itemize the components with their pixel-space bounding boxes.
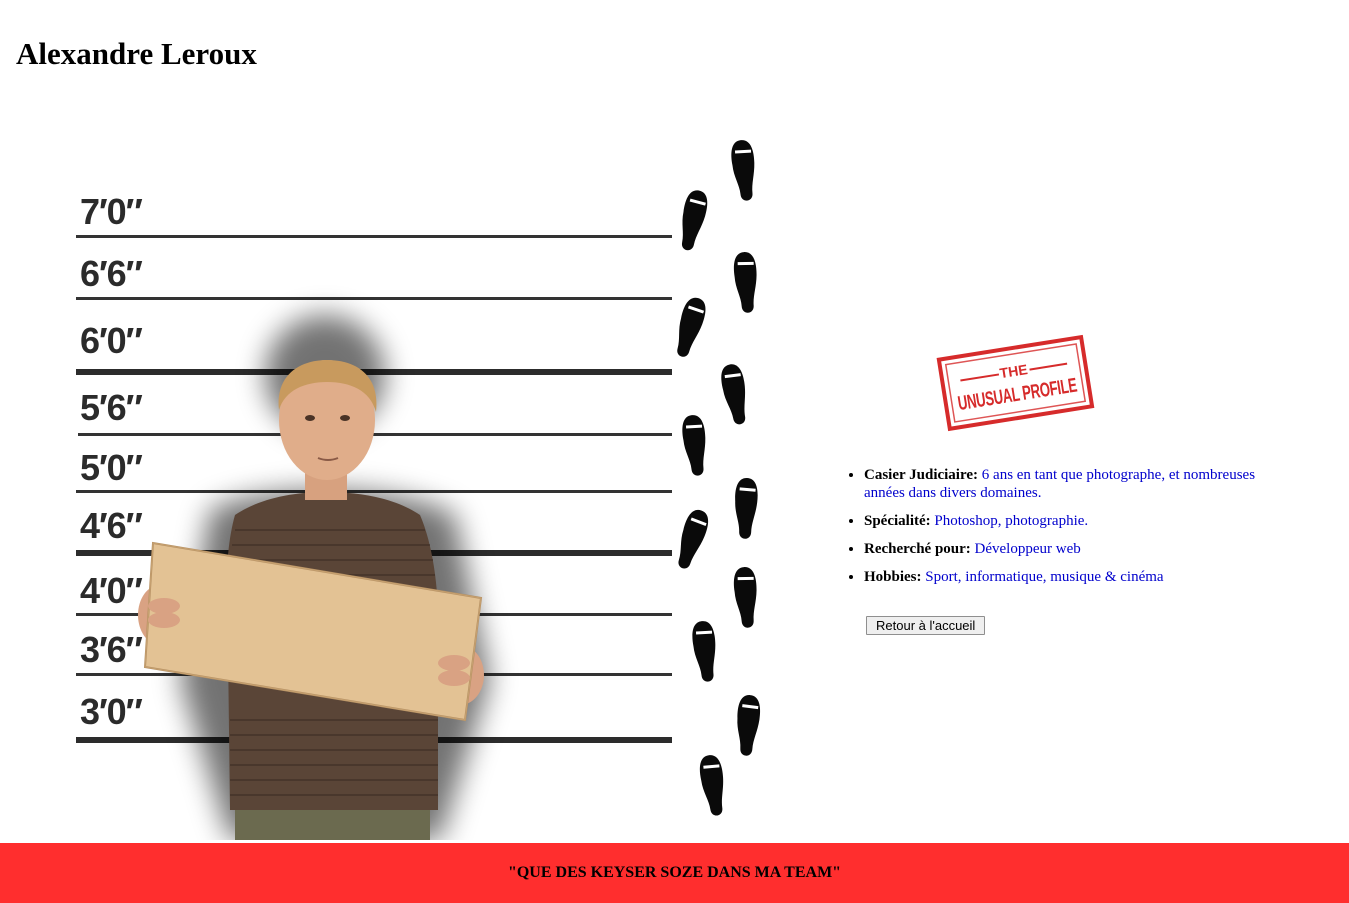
footer-banner: "QUE DES KEYSER SOZE DANS MA TEAM" — [0, 843, 1349, 903]
item-value: Photoshop, photographie. — [934, 513, 1089, 529]
height-label: 6′0″ — [80, 320, 143, 361]
stamp-line-2: UNUSUAL PROFILE — [956, 375, 1078, 416]
page-title: Alexandre Leroux — [16, 36, 257, 71]
list-item: Recherché pour: Développeur web — [864, 540, 1265, 558]
profile-info: Casier Judiciaire: 6 ans en tant que pho… — [864, 466, 1266, 596]
back-home-button[interactable]: Retour à l'accueil — [866, 616, 986, 635]
height-label: 5′6″ — [80, 387, 143, 428]
height-label: 4′0″ — [80, 570, 143, 611]
unusual-profile-stamp-logo: THE UNUSUAL PROFILE — [935, 328, 1095, 433]
item-label: Hobbies: — [864, 569, 922, 585]
stamp-line-1: THE — [999, 361, 1029, 381]
item-label: Casier Judiciaire: — [864, 467, 979, 483]
height-label: 6′6″ — [80, 253, 143, 294]
height-label: 4′6″ — [80, 505, 143, 546]
height-label: 3′0″ — [80, 691, 143, 732]
list-item: Hobbies: Sport, informatique, musique & … — [864, 568, 1265, 586]
height-label: 7′0″ — [80, 191, 143, 232]
footer-quote: "QUE DES KEYSER SOZE DANS MA TEAM" — [507, 864, 842, 881]
footprints-decoration — [670, 138, 762, 818]
item-label: Recherché pour: — [864, 541, 971, 557]
list-item: Casier Judiciaire: 6 ans en tant que pho… — [864, 466, 1265, 502]
item-value: Sport, informatique, musique & cinéma — [925, 569, 1164, 585]
height-label: 5′0″ — [80, 447, 143, 488]
item-label: Spécialité: — [864, 513, 931, 529]
profile-list: Casier Judiciaire: 6 ans en tant que pho… — [825, 466, 1265, 586]
height-label: 3′6″ — [80, 629, 143, 670]
suspect-photo — [138, 315, 490, 840]
mugshot-lineup-image: 7′0″ 6′6″ 6′0″ 5′6″ 5′0″ 4′6″ 4′0″ 3′6″ … — [60, 120, 840, 840]
item-value: Développeur web — [974, 541, 1081, 557]
list-item: Spécialité: Photoshop, photographie. — [864, 512, 1265, 530]
